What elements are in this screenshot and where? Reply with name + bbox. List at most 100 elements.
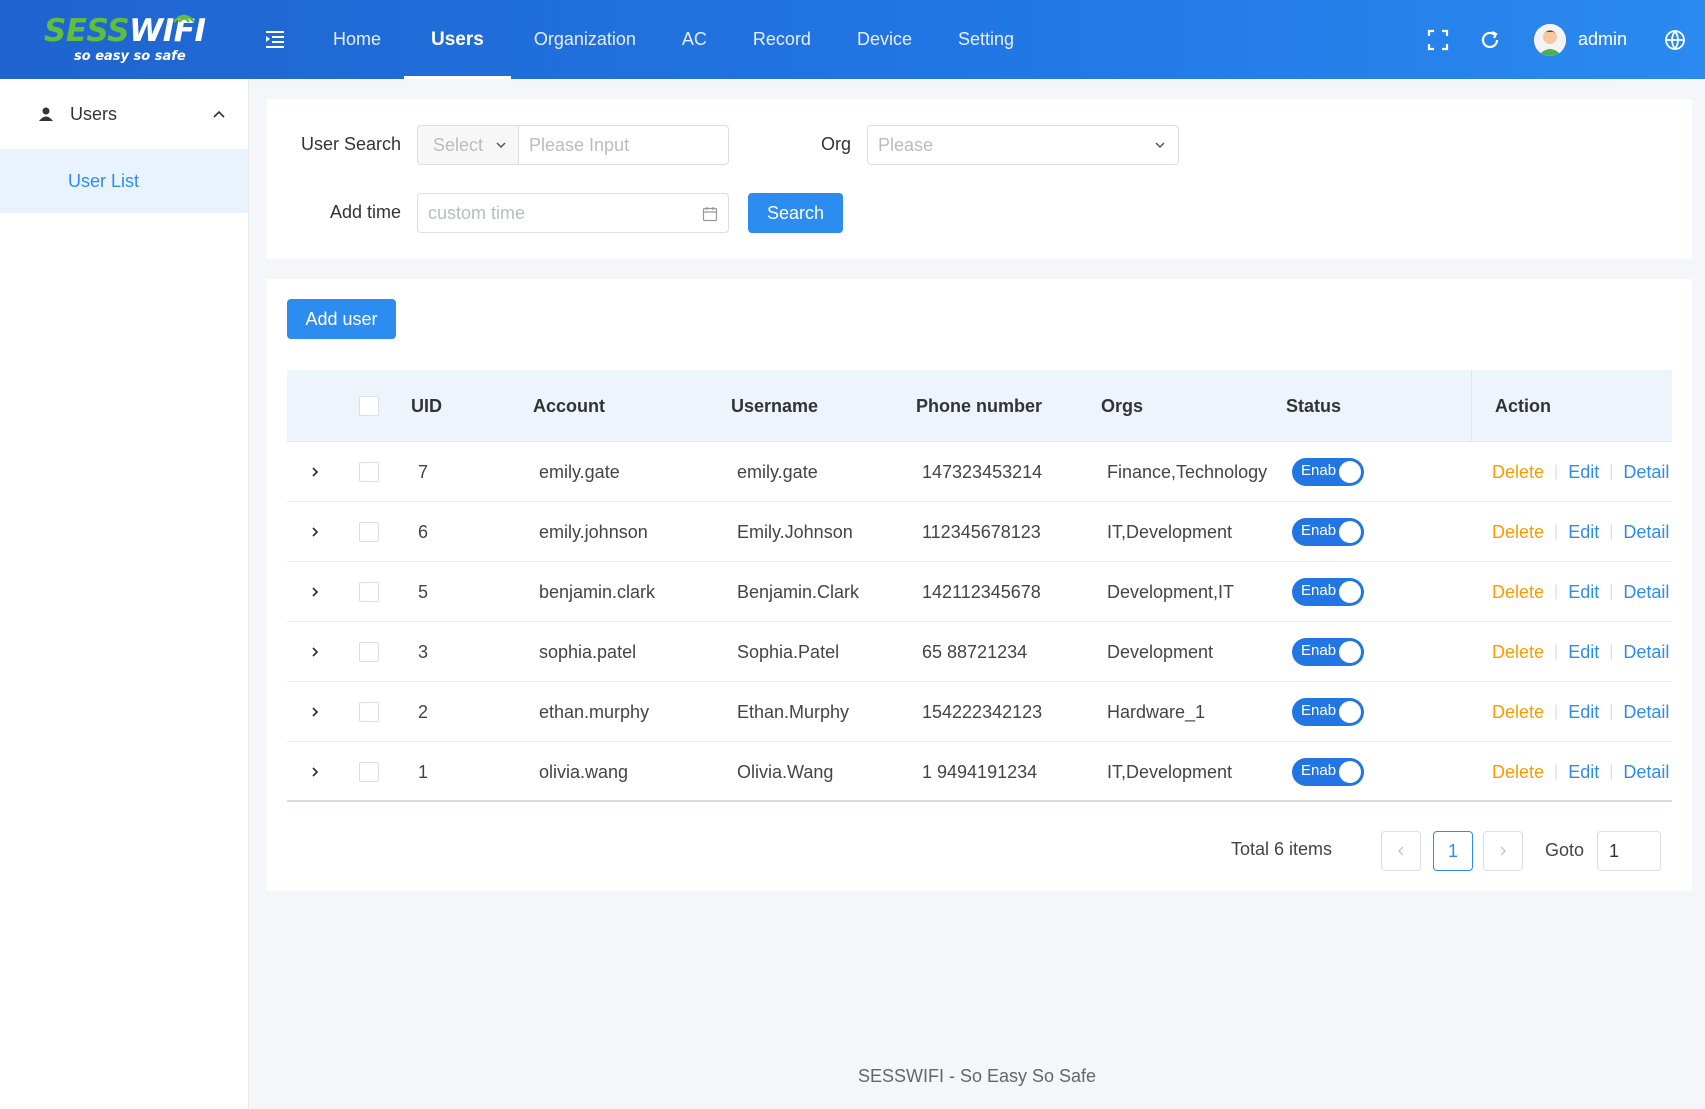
edit-link[interactable]: Edit [1568,582,1599,603]
status-toggle-knob [1339,701,1361,723]
prev-page-button[interactable] [1381,831,1421,871]
expand-row-icon[interactable] [309,742,321,802]
col-phone[interactable]: Phone number [916,370,1042,442]
edit-link[interactable]: Edit [1568,522,1599,543]
col-orgs[interactable]: Orgs [1101,370,1143,442]
row-checkbox[interactable] [359,522,379,542]
expand-row-icon[interactable] [309,562,321,622]
sidebar-group-users[interactable]: Users [0,79,248,149]
goto-input[interactable]: 1 [1597,831,1661,871]
cell-username: Sophia.Patel [737,641,840,662]
action-separator: | [1554,763,1559,780]
avatar[interactable] [1533,23,1566,56]
status-toggle-knob [1339,581,1361,603]
detail-link[interactable]: Detail [1623,762,1669,783]
time-range-input[interactable]: custom time [417,193,729,233]
nav-record[interactable]: Record [730,0,834,79]
logo[interactable]: SESSWIFI so easy so safe [0,0,206,79]
status-toggle-label: Enab [1301,522,1337,539]
cell-orgs: Finance,Technology [1107,461,1268,482]
action-separator: | [1554,703,1559,720]
status-toggle[interactable]: Enab [1292,698,1364,726]
status-toggle-knob [1339,641,1361,663]
detail-link[interactable]: Detail [1623,642,1669,663]
row-checkbox[interactable] [359,642,379,662]
status-toggle[interactable]: Enab [1292,518,1364,546]
cell-username: Emily.Johnson [737,521,853,542]
edit-link[interactable]: Edit [1568,642,1599,663]
refresh-icon[interactable] [1478,28,1502,52]
select-all-checkbox[interactable] [359,396,379,416]
delete-link[interactable]: Delete [1492,582,1544,603]
col-status[interactable]: Status [1286,370,1341,442]
edit-link[interactable]: Edit [1568,462,1599,483]
expand-row-icon[interactable] [309,442,321,502]
page-1-button[interactable]: 1 [1433,831,1473,871]
row-actions: Delete | Edit | Detail [1492,682,1669,742]
status-toggle[interactable]: Enab [1292,578,1364,606]
status-toggle-label: Enab [1301,642,1337,659]
next-page-button[interactable] [1483,831,1523,871]
detail-link[interactable]: Detail [1623,522,1669,543]
row-actions: Delete | Edit | Detail [1492,442,1669,502]
col-username[interactable]: Username [731,370,818,442]
search-type-select[interactable]: Select [417,125,519,165]
nav-setting[interactable]: Setting [935,0,1037,79]
status-toggle[interactable]: Enab [1292,458,1364,486]
wifi-arc-icon [173,14,195,23]
delete-link[interactable]: Delete [1492,762,1544,783]
edit-link[interactable]: Edit [1568,762,1599,783]
status-toggle[interactable]: Enab [1292,758,1364,786]
table-row: 5 benjamin.clark Benjamin.Clark 14211234… [287,562,1672,622]
nav-device[interactable]: Device [834,0,935,79]
status-toggle[interactable]: Enab [1292,638,1364,666]
action-separator: | [1554,523,1559,540]
row-checkbox[interactable] [359,462,379,482]
action-separator: | [1609,703,1614,720]
search-button[interactable]: Search [748,193,843,233]
sidebar-item-user-list[interactable]: User List [0,149,248,213]
row-actions: Delete | Edit | Detail [1492,622,1669,682]
chevron-up-icon[interactable] [212,107,226,121]
footer: SESSWIFI - So Easy So Safe [857,1066,1097,1086]
cell-uid: 3 [418,641,429,662]
delete-link[interactable]: Delete [1492,522,1544,543]
expand-row-icon[interactable] [309,682,321,742]
fullscreen-icon[interactable] [1426,28,1450,52]
expand-row-icon[interactable] [309,622,321,682]
org-select[interactable]: Please [867,125,1179,165]
add-user-button[interactable]: Add user [287,299,396,339]
menu-fold-icon[interactable] [264,28,286,50]
delete-link[interactable]: Delete [1492,642,1544,663]
status-toggle-knob [1339,761,1361,783]
cell-phone: 154222342123 [922,701,1043,722]
row-checkbox[interactable] [359,702,379,722]
search-input[interactable]: Please Input [518,125,729,165]
cell-phone: 142112345678 [922,581,1041,602]
col-account[interactable]: Account [533,370,605,442]
action-separator: | [1609,463,1614,480]
expand-row-icon[interactable] [309,502,321,562]
detail-link[interactable]: Detail [1623,462,1669,483]
table-header: UID Account Username Phone number Orgs S… [287,370,1672,442]
nav-home[interactable]: Home [310,0,404,79]
row-actions: Delete | Edit | Detail [1492,502,1669,562]
nav-users[interactable]: Users [404,0,511,79]
col-uid[interactable]: UID [411,370,442,442]
user-table-panel: Add user UID Account Username Phone numb… [267,279,1692,891]
row-checkbox[interactable] [359,582,379,602]
cell-account: sophia.patel [539,641,637,662]
table-row: 7 emily.gate emily.gate 147323453214 Fin… [287,442,1672,502]
globe-icon[interactable] [1663,28,1687,52]
delete-link[interactable]: Delete [1492,702,1544,723]
nav-organization[interactable]: Organization [511,0,659,79]
delete-link[interactable]: Delete [1492,462,1544,483]
cell-username: Benjamin.Clark [737,581,860,602]
detail-link[interactable]: Detail [1623,702,1669,723]
detail-link[interactable]: Detail [1623,582,1669,603]
user-name[interactable]: admin [1578,29,1627,50]
cell-orgs: Development,IT [1107,581,1235,602]
row-checkbox[interactable] [359,762,379,782]
nav-ac[interactable]: AC [659,0,730,79]
edit-link[interactable]: Edit [1568,702,1599,723]
